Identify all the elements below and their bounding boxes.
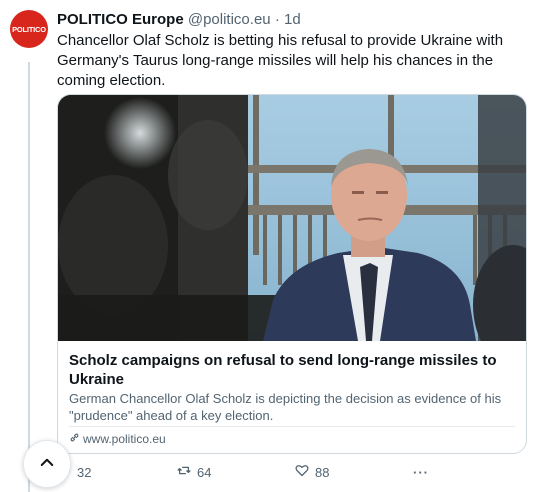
card-title[interactable]: Scholz campaigns on refusal to send long…	[69, 351, 509, 389]
chevron-up-icon	[38, 453, 56, 476]
tweet-header: POLITICO Europe @politico.eu · 1d	[57, 11, 301, 29]
author-handle[interactable]: @politico.eu	[188, 11, 271, 28]
card-divider	[69, 426, 515, 427]
repost-icon	[176, 463, 192, 481]
timestamp[interactable]: 1d	[284, 11, 301, 28]
link-card[interactable]: Scholz campaigns on refusal to send long…	[57, 94, 527, 454]
action-bar: 32 64 88 ···	[57, 462, 527, 482]
repost-count: 64	[197, 464, 212, 480]
author-name[interactable]: POLITICO Europe	[57, 11, 184, 28]
avatar[interactable]: POLITICO	[10, 10, 48, 48]
link-icon	[69, 432, 80, 446]
tweet-text: Chancellor Olaf Scholz is betting his re…	[57, 32, 504, 89]
avatar-logo-text: POLITICO	[12, 24, 46, 34]
like-count: 88	[315, 464, 330, 480]
like-icon	[294, 463, 310, 481]
more-button[interactable]: ···	[413, 462, 429, 482]
card-image[interactable]	[58, 95, 526, 341]
card-domain-link[interactable]: www.politico.eu	[69, 432, 166, 446]
separator: ·	[274, 11, 280, 28]
card-domain: www.politico.eu	[83, 432, 166, 446]
card-description: German Chancellor Olaf Scholz is depicti…	[69, 391, 502, 423]
repost-button[interactable]: 64	[176, 462, 211, 482]
scroll-to-top-button[interactable]	[23, 440, 71, 488]
more-icon: ···	[413, 464, 429, 480]
like-button[interactable]: 88	[294, 462, 329, 482]
thread-line	[28, 62, 30, 492]
reply-count: 32	[77, 464, 92, 480]
